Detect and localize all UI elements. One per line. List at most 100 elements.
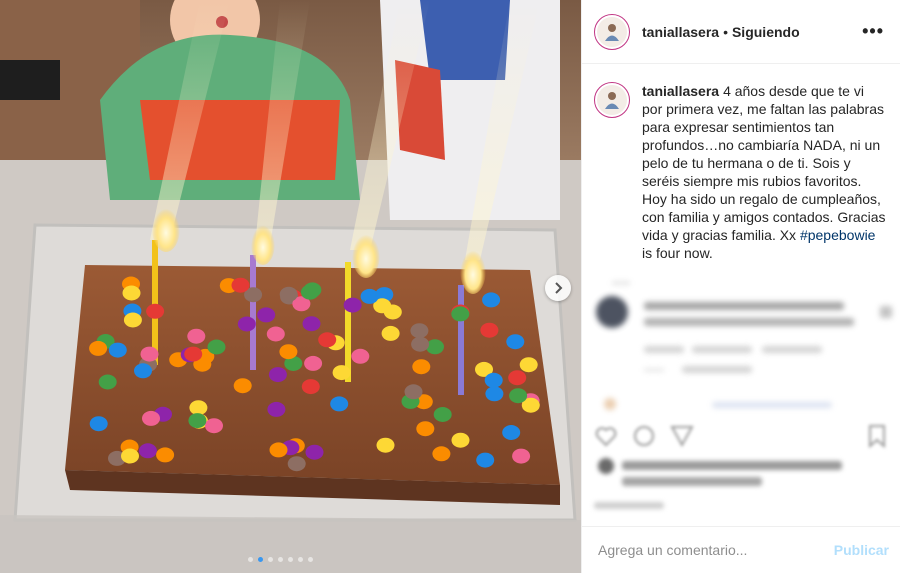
carousel-dot <box>278 557 283 562</box>
candy <box>184 346 203 362</box>
candy <box>416 421 435 437</box>
candy <box>287 456 306 472</box>
candy <box>360 288 379 304</box>
candy <box>304 355 323 371</box>
carousel-dot <box>288 557 293 562</box>
follow-status-button[interactable]: Siguiendo <box>732 24 800 40</box>
candy <box>231 277 250 293</box>
post-caption: taniallasera 4 años desde que te vi por p… <box>582 64 900 262</box>
caption-avatar[interactable] <box>594 82 630 118</box>
carousel-dot <box>258 557 263 562</box>
candy <box>267 401 286 417</box>
post-actions <box>582 416 900 456</box>
candy <box>508 370 527 386</box>
post-photo[interactable] <box>0 0 581 573</box>
candle-yellow-2 <box>345 262 351 382</box>
candy <box>426 339 444 355</box>
candy <box>332 365 351 381</box>
carousel-dot <box>298 557 303 562</box>
header-separator: • <box>723 23 728 40</box>
birthday-cake-photo <box>0 0 581 573</box>
blurred-comment-placeholder <box>596 282 892 410</box>
candy <box>484 372 503 388</box>
post-side-panel: taniallasera • Siguiendo ••• taniallasera 4… <box>581 0 900 573</box>
avatar[interactable] <box>594 13 630 50</box>
carousel-next-button[interactable] <box>545 275 571 301</box>
candy <box>187 328 206 344</box>
header-user-info: taniallasera • Siguiendo <box>642 24 800 40</box>
candy <box>411 336 430 352</box>
post-header: taniallasera • Siguiendo ••• <box>582 0 900 64</box>
header-username[interactable]: taniallasera <box>642 24 719 40</box>
blurred-comments <box>582 276 900 416</box>
candy <box>122 285 141 301</box>
share-icon[interactable] <box>670 424 694 448</box>
carousel-dot <box>308 557 313 562</box>
candy <box>318 332 337 348</box>
candy <box>98 374 117 390</box>
candy <box>451 306 470 322</box>
blurred-likes-info <box>594 458 894 523</box>
caption-tail: is four now. <box>642 245 713 261</box>
candy <box>330 396 349 412</box>
candy <box>506 334 525 350</box>
candy <box>432 446 451 462</box>
candy <box>121 448 139 464</box>
candy <box>108 342 127 358</box>
carousel-dot <box>268 557 273 562</box>
avatar-image <box>597 85 627 115</box>
candy <box>279 286 298 302</box>
bookmark-icon[interactable] <box>865 424 889 448</box>
candy <box>233 378 252 394</box>
candy <box>512 448 531 464</box>
comment-icon[interactable] <box>632 424 656 448</box>
caption-username[interactable]: taniallasera <box>642 83 719 99</box>
comment-bar: Publicar <box>582 526 900 573</box>
candy <box>482 292 501 308</box>
blurred-likes-placeholder <box>594 458 842 509</box>
caption-body: 4 años desde que te vi por primera vez, … <box>642 83 886 243</box>
avatar-image <box>597 16 627 47</box>
more-options-button[interactable]: ••• <box>862 21 884 42</box>
candy <box>269 442 288 458</box>
caption-text: taniallasera 4 años desde que te vi por p… <box>642 82 888 262</box>
candy <box>383 304 402 320</box>
candy <box>305 444 324 460</box>
candy <box>351 348 370 364</box>
candy <box>509 388 528 404</box>
candy <box>376 437 395 453</box>
candy <box>156 447 175 463</box>
candy <box>451 432 470 448</box>
candy <box>381 325 400 341</box>
candy <box>343 297 362 313</box>
candy <box>134 363 152 379</box>
candy <box>205 418 223 434</box>
candy <box>89 416 108 432</box>
candy <box>189 400 208 416</box>
candy <box>207 339 226 355</box>
candy <box>404 384 423 400</box>
avatar-illustration-icon <box>605 92 619 109</box>
candle-yellow-1 <box>152 240 158 365</box>
candy <box>266 326 285 342</box>
comment-input[interactable] <box>598 542 834 558</box>
candy <box>519 357 538 373</box>
candy <box>237 316 256 332</box>
candy <box>279 344 298 360</box>
candy <box>502 425 521 440</box>
candy <box>302 316 321 332</box>
hashtag-link[interactable]: #pepebowie <box>800 227 876 243</box>
candy <box>268 367 287 383</box>
candy <box>138 443 157 459</box>
candy <box>412 359 431 375</box>
candy <box>480 322 499 338</box>
candy <box>300 284 319 300</box>
candy <box>257 307 276 323</box>
candy <box>140 346 159 362</box>
publish-button[interactable]: Publicar <box>834 542 889 558</box>
candy <box>485 386 504 402</box>
candy <box>142 410 160 426</box>
candle-purple-1 <box>250 255 256 370</box>
like-heart-icon[interactable] <box>594 424 618 448</box>
candle-purple-2 <box>458 285 464 395</box>
